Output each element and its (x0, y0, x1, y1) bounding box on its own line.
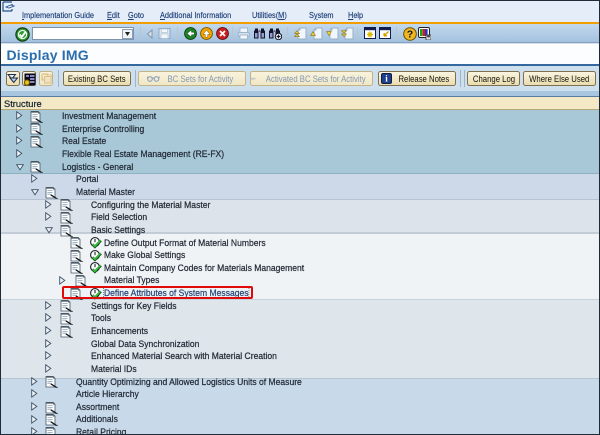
svg-text:?: ? (407, 28, 413, 40)
